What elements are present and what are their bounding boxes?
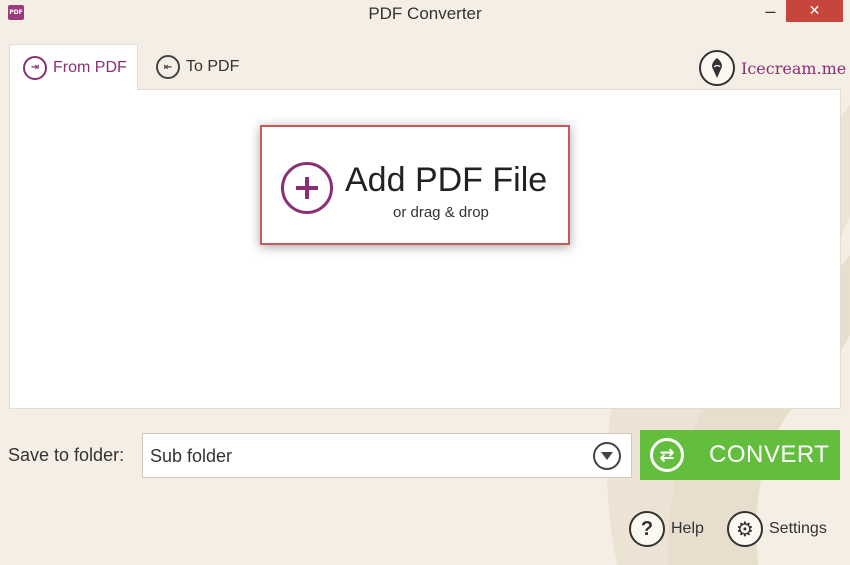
app-window: PDF PDF Converter – ✕ ⇥ From PDF ⇤ To PD… xyxy=(0,0,850,565)
question-icon: ? xyxy=(629,511,665,547)
refresh-icon: ⇄ xyxy=(650,438,684,472)
tab-to-pdf[interactable]: ⇤ To PDF xyxy=(152,44,239,90)
drag-drop-hint: or drag & drop xyxy=(393,204,489,221)
brand-label: Icecream.me xyxy=(741,58,847,78)
add-pdf-file-button[interactable]: Add PDF File or drag & drop xyxy=(260,125,570,245)
gear-icon: ⚙ xyxy=(727,511,763,547)
tab-label: From PDF xyxy=(53,58,127,76)
help-label: Help xyxy=(671,520,704,537)
title-bar: PDF PDF Converter – ✕ xyxy=(0,0,850,30)
settings-label: Settings xyxy=(769,520,827,537)
help-button[interactable]: ? Help xyxy=(629,511,704,547)
tab-from-pdf[interactable]: ⇥ From PDF xyxy=(9,44,138,90)
window-title: PDF Converter xyxy=(368,4,482,23)
dropdown-arrow-icon[interactable] xyxy=(593,442,621,470)
tab-label: To PDF xyxy=(186,58,240,75)
convert-label: CONVERT xyxy=(709,441,830,468)
to-pdf-icon: ⇤ xyxy=(156,55,180,79)
icecream-link[interactable]: Icecream.me xyxy=(699,50,846,86)
save-to-folder-label: Save to folder: xyxy=(8,445,125,465)
add-file-title: Add PDF File xyxy=(345,161,548,199)
icecream-logo-icon xyxy=(699,50,735,86)
minimize-button[interactable]: – xyxy=(757,0,784,24)
from-pdf-icon: ⇥ xyxy=(23,55,47,80)
add-plus-icon xyxy=(281,162,333,214)
selected-folder-value: Sub folder xyxy=(150,446,233,466)
settings-button[interactable]: ⚙ Settings xyxy=(727,511,827,547)
save-folder-dropdown[interactable]: Sub folder xyxy=(142,433,632,478)
close-button[interactable]: ✕ xyxy=(786,0,843,22)
convert-button[interactable]: ⇄ CONVERT xyxy=(640,430,840,480)
